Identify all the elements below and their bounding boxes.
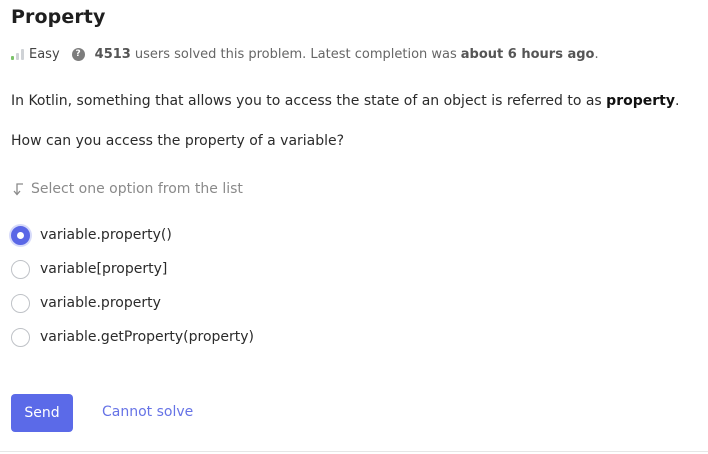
difficulty-label: Easy bbox=[29, 46, 60, 62]
send-button[interactable]: Send bbox=[11, 394, 73, 432]
option-label: variable.getProperty(property) bbox=[40, 329, 255, 345]
latest-completion-time: about 6 hours ago bbox=[460, 46, 595, 62]
question-text: How can you access the property of a var… bbox=[11, 133, 345, 149]
option-label: variable[property] bbox=[40, 261, 168, 277]
latest-suffix: . bbox=[594, 46, 599, 62]
options-list: variable.property() variable[property] v… bbox=[11, 225, 254, 361]
radio-button[interactable] bbox=[11, 259, 30, 279]
radio-button[interactable] bbox=[11, 293, 30, 313]
hint-text: Select one option from the list bbox=[31, 181, 243, 197]
option-item[interactable]: variable[property] bbox=[11, 259, 254, 279]
select-hint: Select one option from the list bbox=[11, 181, 243, 197]
question-circle-icon[interactable]: ? bbox=[71, 47, 85, 61]
radio-button[interactable] bbox=[11, 225, 30, 245]
option-label: variable.property bbox=[40, 295, 161, 311]
statement-suffix: . bbox=[674, 93, 680, 109]
arrow-down-left-icon bbox=[13, 183, 23, 196]
problem-meta: Easy ? 4513 users solved this problem. L… bbox=[11, 45, 599, 63]
radio-button[interactable] bbox=[11, 327, 30, 347]
option-item[interactable]: variable.getProperty(property) bbox=[11, 327, 254, 347]
option-label: variable.property() bbox=[40, 227, 172, 243]
statement-text: In Kotlin, something that allows you to … bbox=[11, 93, 607, 109]
option-item[interactable]: variable.property() bbox=[11, 225, 254, 245]
page-title: Property bbox=[11, 6, 106, 28]
divider bbox=[0, 451, 708, 452]
problem-statement: In Kotlin, something that allows you to … bbox=[11, 93, 679, 109]
solved-count: 4513 bbox=[94, 46, 131, 62]
cannot-solve-link[interactable]: Cannot solve bbox=[102, 404, 193, 420]
statement-keyword: property bbox=[606, 93, 675, 109]
signal-bars-icon bbox=[11, 48, 24, 60]
solved-text: users solved this problem. Latest comple… bbox=[134, 46, 457, 62]
option-item[interactable]: variable.property bbox=[11, 293, 254, 313]
